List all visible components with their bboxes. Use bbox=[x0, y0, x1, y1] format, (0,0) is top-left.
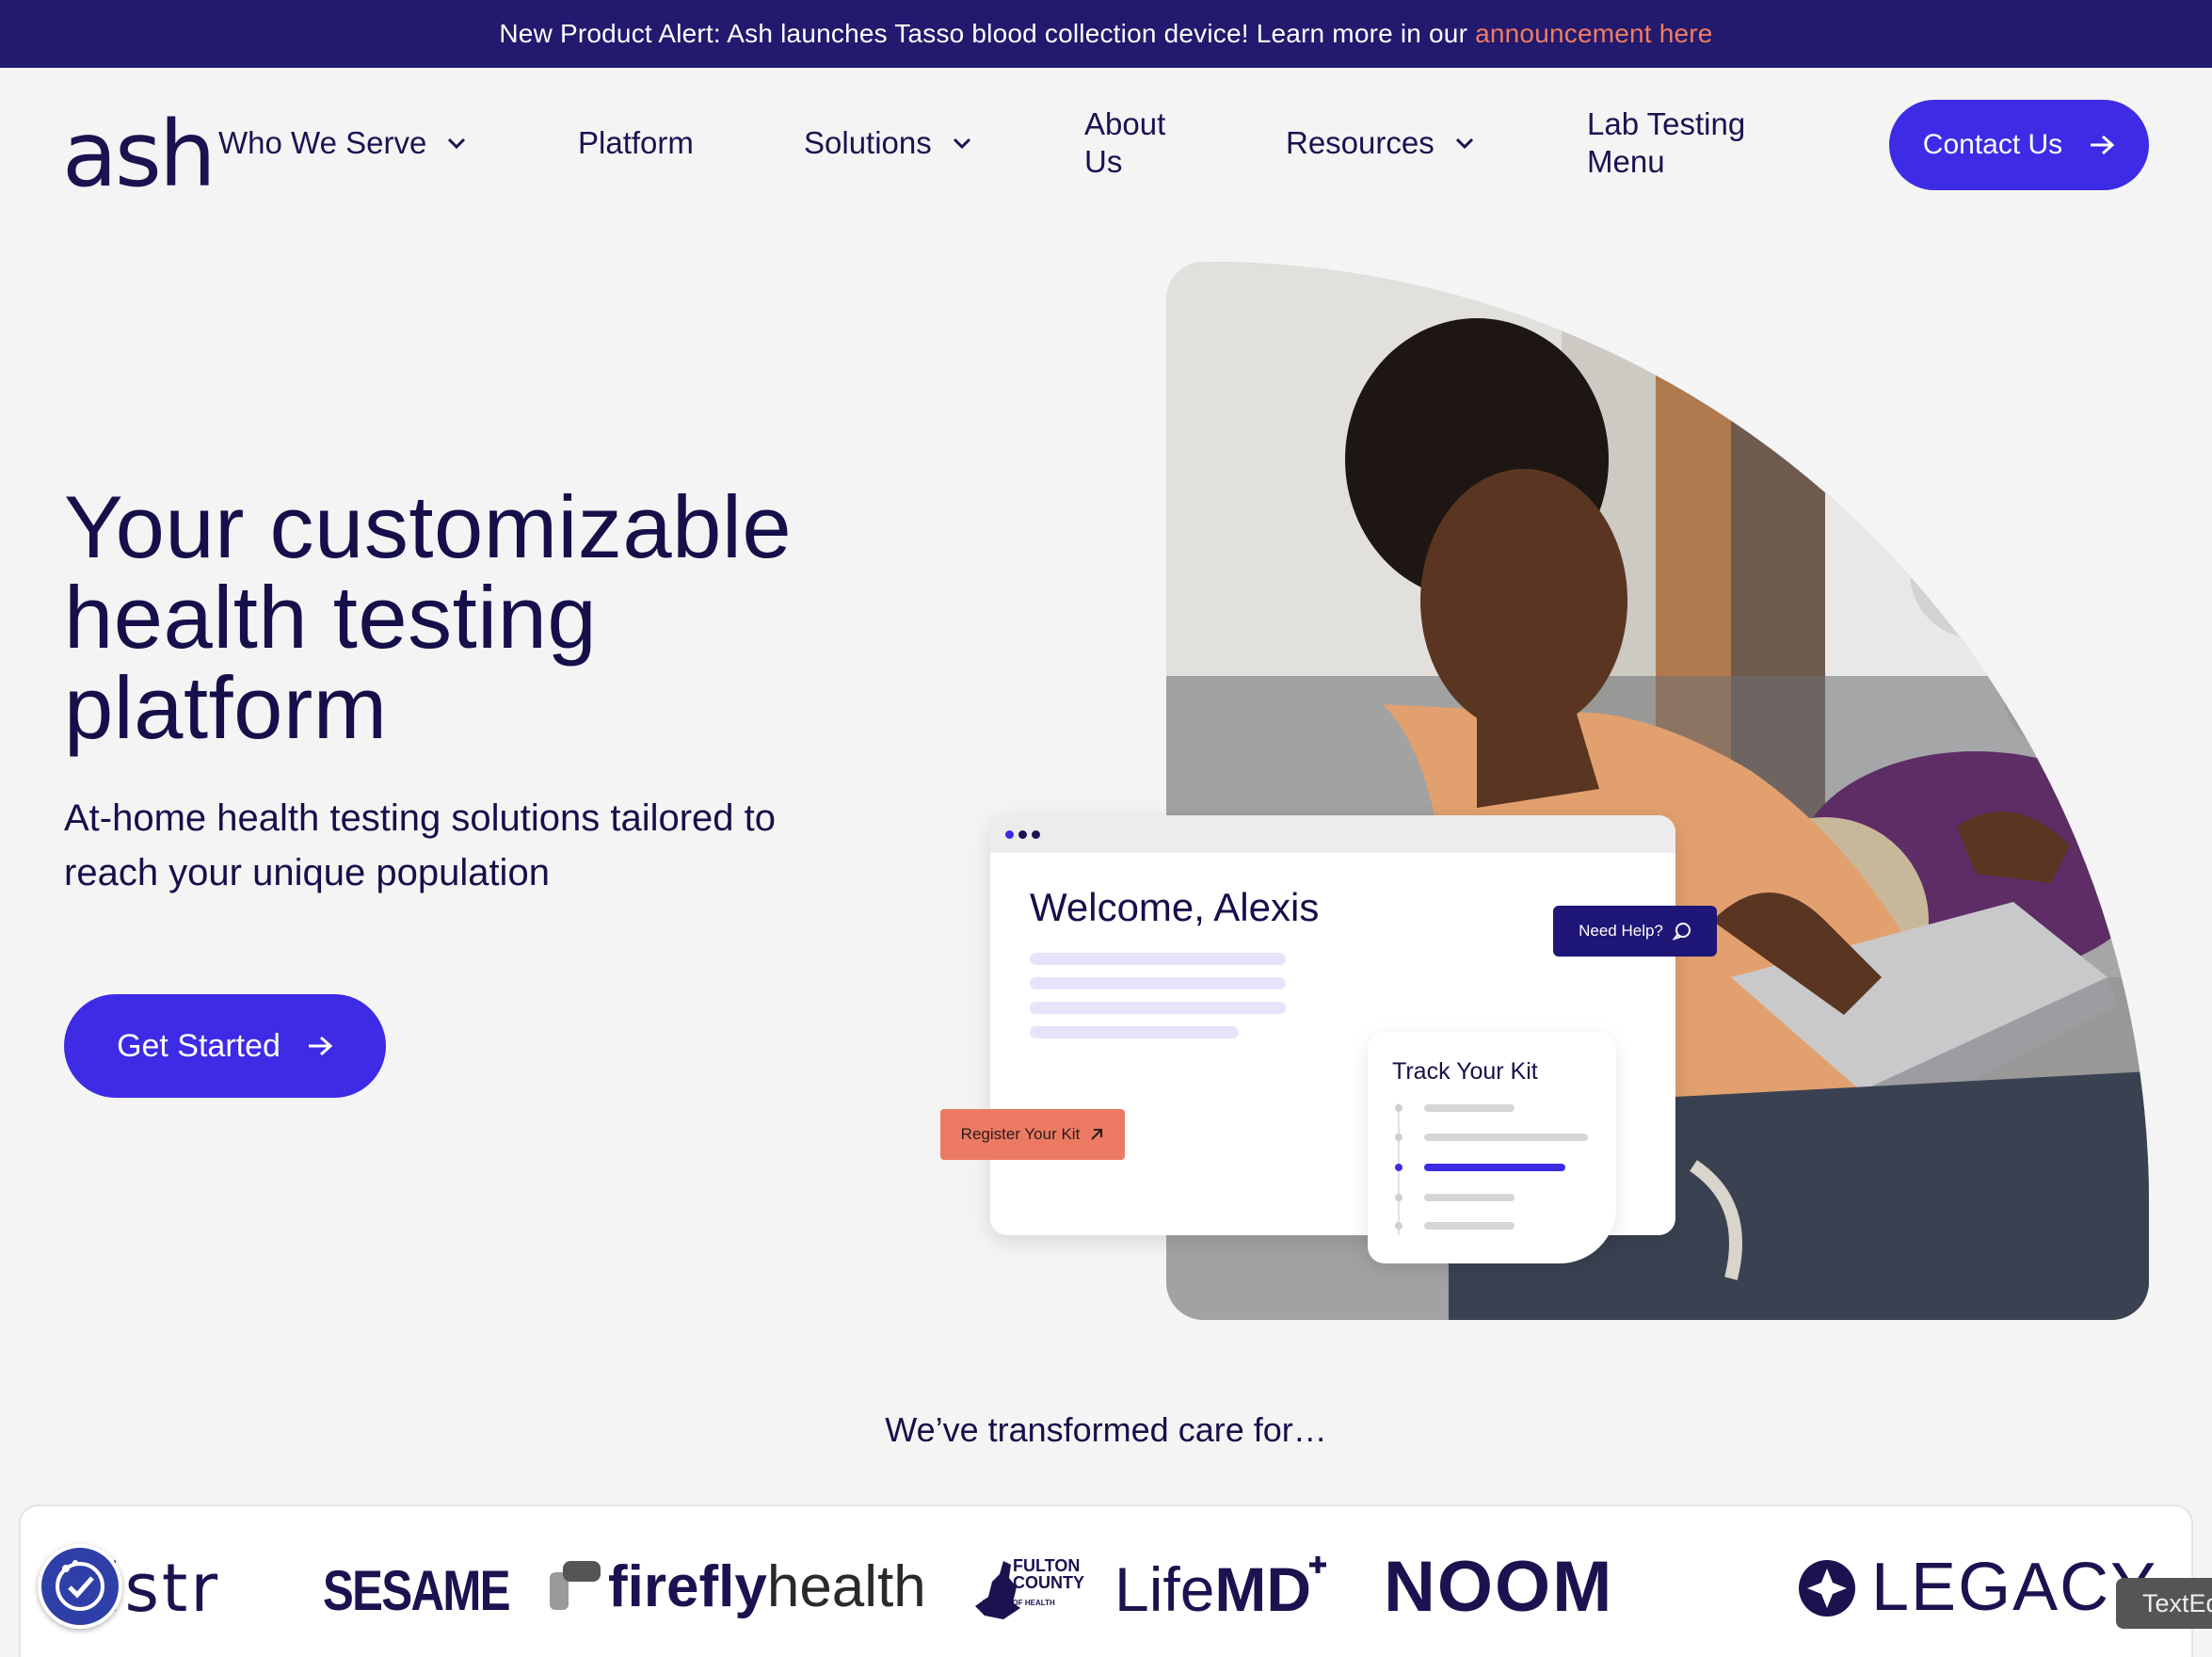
get-started-button[interactable]: Get Started bbox=[64, 994, 386, 1098]
contact-us-button[interactable]: Contact Us bbox=[1889, 100, 2149, 190]
placeholder-line bbox=[1030, 1002, 1286, 1014]
track-step-line-active bbox=[1424, 1164, 1565, 1171]
brand-logo-legacy: LEGACY bbox=[1798, 1549, 2157, 1626]
external-arrow-icon bbox=[1091, 1129, 1103, 1140]
placeholder-line bbox=[1030, 953, 1286, 965]
nav-about-us[interactable]: About Us bbox=[1084, 68, 1165, 218]
transformed-heading: We’ve transformed care for… bbox=[885, 1410, 1327, 1449]
lifemd-bold-text: MD bbox=[1214, 1554, 1312, 1624]
timeline-dot bbox=[1395, 1134, 1403, 1141]
accessibility-check-icon bbox=[56, 1560, 104, 1611]
accessibility-widget-button[interactable] bbox=[38, 1544, 122, 1629]
announcement-text: New Product Alert: Ash launches Tasso bl… bbox=[499, 19, 1468, 48]
arrow-right-icon bbox=[308, 1036, 333, 1056]
nav-about-line1: About bbox=[1084, 106, 1166, 141]
chevron-down-icon bbox=[1455, 137, 1473, 149]
contact-us-label: Contact Us bbox=[1922, 129, 2063, 160]
timeline-dot-active bbox=[1395, 1164, 1403, 1171]
main-nav: ash Who We Serve Platform Solutions Abou… bbox=[0, 68, 2212, 218]
hero-title-line2: health testing bbox=[64, 568, 598, 667]
placeholder-line bbox=[1030, 977, 1286, 989]
hero-title: Your customizable health testing platfor… bbox=[64, 482, 968, 753]
hero-subtitle-line1: At-home health testing solutions tailore… bbox=[64, 797, 776, 839]
announcement-link[interactable]: announcement here bbox=[1475, 19, 1712, 49]
firefly-bold-text: firefly bbox=[608, 1554, 767, 1619]
nav-platform-label: Platform bbox=[578, 125, 694, 160]
track-step-line bbox=[1424, 1222, 1515, 1230]
lifemd-thin-text: Life bbox=[1114, 1554, 1215, 1624]
nav-solutions[interactable]: Solutions bbox=[804, 68, 971, 218]
fulton-line1: FULTON bbox=[1013, 1556, 1081, 1575]
register-kit-label: Register Your Kit bbox=[960, 1125, 1081, 1143]
timeline-dot bbox=[1395, 1104, 1403, 1112]
timeline-dot bbox=[1395, 1222, 1403, 1230]
window-dot-icon bbox=[1018, 829, 1027, 839]
legacy-mark-icon bbox=[1799, 1560, 1855, 1617]
nav-platform[interactable]: Platform bbox=[578, 68, 694, 218]
hero-subtitle-line2: reach your unique population bbox=[64, 852, 550, 893]
hero-title-line1: Your customizable bbox=[64, 477, 793, 576]
need-help-label: Need Help? bbox=[1579, 922, 1663, 940]
window-dot-icon bbox=[1032, 829, 1040, 839]
firefly-mark-icon bbox=[550, 1561, 601, 1610]
arrow-right-icon bbox=[2091, 135, 2115, 155]
hero-subtitle: At-home health testing solutions tailore… bbox=[64, 791, 911, 900]
fulton-county-map-icon bbox=[975, 1561, 1020, 1619]
dashboard-welcome: Welcome, Alexis bbox=[1030, 885, 1320, 929]
nav-resources[interactable]: Resources bbox=[1286, 68, 1474, 218]
nav-who-we-serve-label: Who We Serve bbox=[218, 125, 427, 160]
track-step-line bbox=[1424, 1134, 1588, 1141]
chevron-down-icon bbox=[953, 137, 970, 149]
nav-lab-line1: Lab Testing bbox=[1587, 106, 1746, 141]
fulton-line2: COUNTY bbox=[1013, 1573, 1084, 1592]
need-help-button[interactable]: Need Help? bbox=[1553, 906, 1717, 957]
texted-tab[interactable]: TextEd bbox=[2116, 1578, 2212, 1629]
track-kit-title: Track Your Kit bbox=[1392, 1058, 1538, 1085]
chat-bubble-icon bbox=[1672, 923, 1691, 941]
nav-lab-line2: Menu bbox=[1587, 144, 1665, 179]
dashboard-window-bar bbox=[990, 815, 1675, 853]
placeholder-line bbox=[1030, 1026, 1239, 1038]
register-kit-button[interactable]: Register Your Kit bbox=[940, 1109, 1125, 1160]
firefly-thin-text: health bbox=[766, 1554, 926, 1619]
get-started-label: Get Started bbox=[117, 1027, 281, 1064]
brand-logo-noom: NOOM bbox=[1384, 1547, 1614, 1627]
track-step-line bbox=[1424, 1104, 1515, 1112]
brand-logo-fireflyhealth: fireflyhealth bbox=[550, 1553, 926, 1620]
nav-resources-label: Resources bbox=[1286, 125, 1435, 160]
nav-solutions-label: Solutions bbox=[804, 125, 932, 160]
track-kit-card: Track Your Kit bbox=[1368, 1032, 1616, 1263]
brand-logo-sesame: SESAME bbox=[323, 1559, 511, 1622]
nav-lab-testing-menu[interactable]: Lab Testing Menu bbox=[1587, 68, 1745, 218]
window-dot-icon bbox=[1005, 829, 1014, 839]
chevron-down-icon bbox=[448, 137, 466, 149]
track-step-line bbox=[1424, 1194, 1515, 1201]
plus-icon bbox=[1309, 1556, 1327, 1573]
announcement-bar: New Product Alert: Ash launches Tasso bl… bbox=[0, 0, 2212, 68]
ash-logo[interactable]: ash bbox=[62, 109, 216, 200]
legacy-text: LEGACY bbox=[1871, 1550, 2158, 1625]
brand-logo-lifemd: LifeMD bbox=[1114, 1553, 1328, 1625]
nav-about-line2: Us bbox=[1084, 144, 1123, 179]
hero-title-line3: platform bbox=[64, 658, 388, 757]
timeline-dot bbox=[1395, 1194, 1403, 1201]
brand-logo-fulton-county: FULTON COUNTY BOARD OF HEALTH bbox=[975, 1556, 1084, 1619]
nav-who-we-serve[interactable]: Who We Serve bbox=[218, 68, 466, 218]
